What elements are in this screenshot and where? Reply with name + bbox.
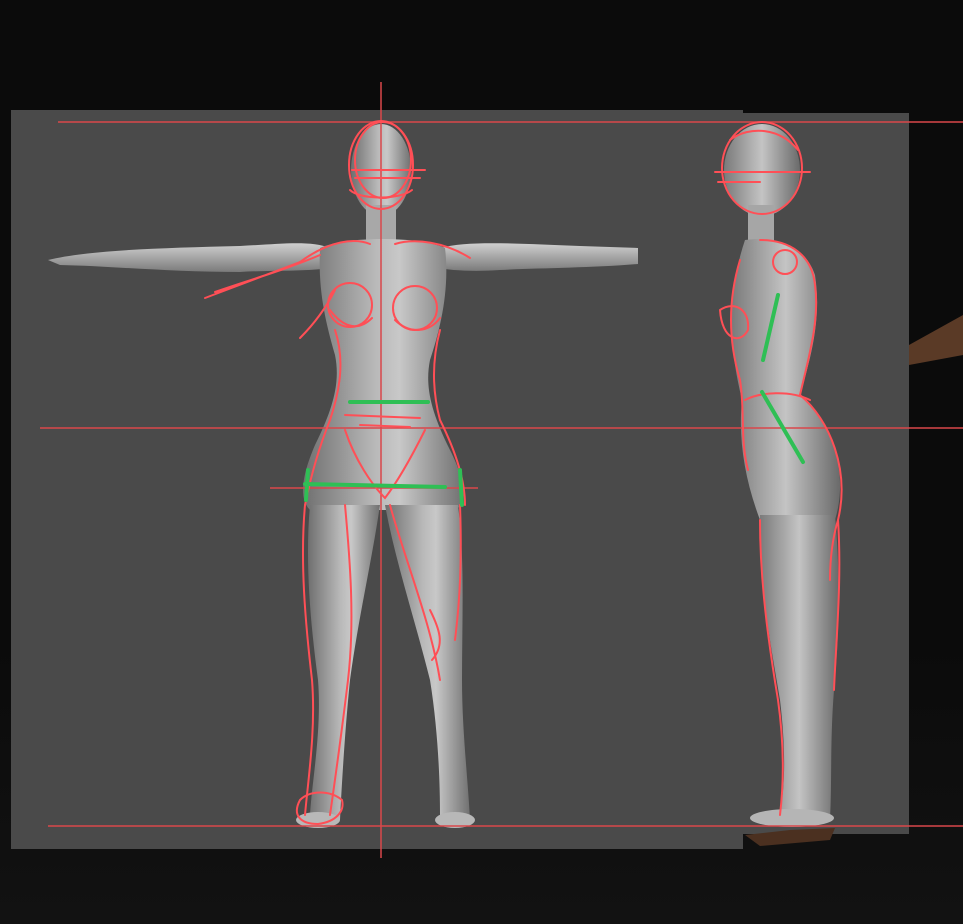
side-neck: [748, 205, 774, 245]
reference-canvas: [11, 82, 963, 858]
front-hip-left-tick: [304, 468, 310, 502]
prop-right-edge: [909, 315, 963, 365]
reference-viewport: [0, 0, 963, 924]
front-hip-right-tick: [458, 468, 464, 507]
side-foot: [750, 809, 834, 827]
